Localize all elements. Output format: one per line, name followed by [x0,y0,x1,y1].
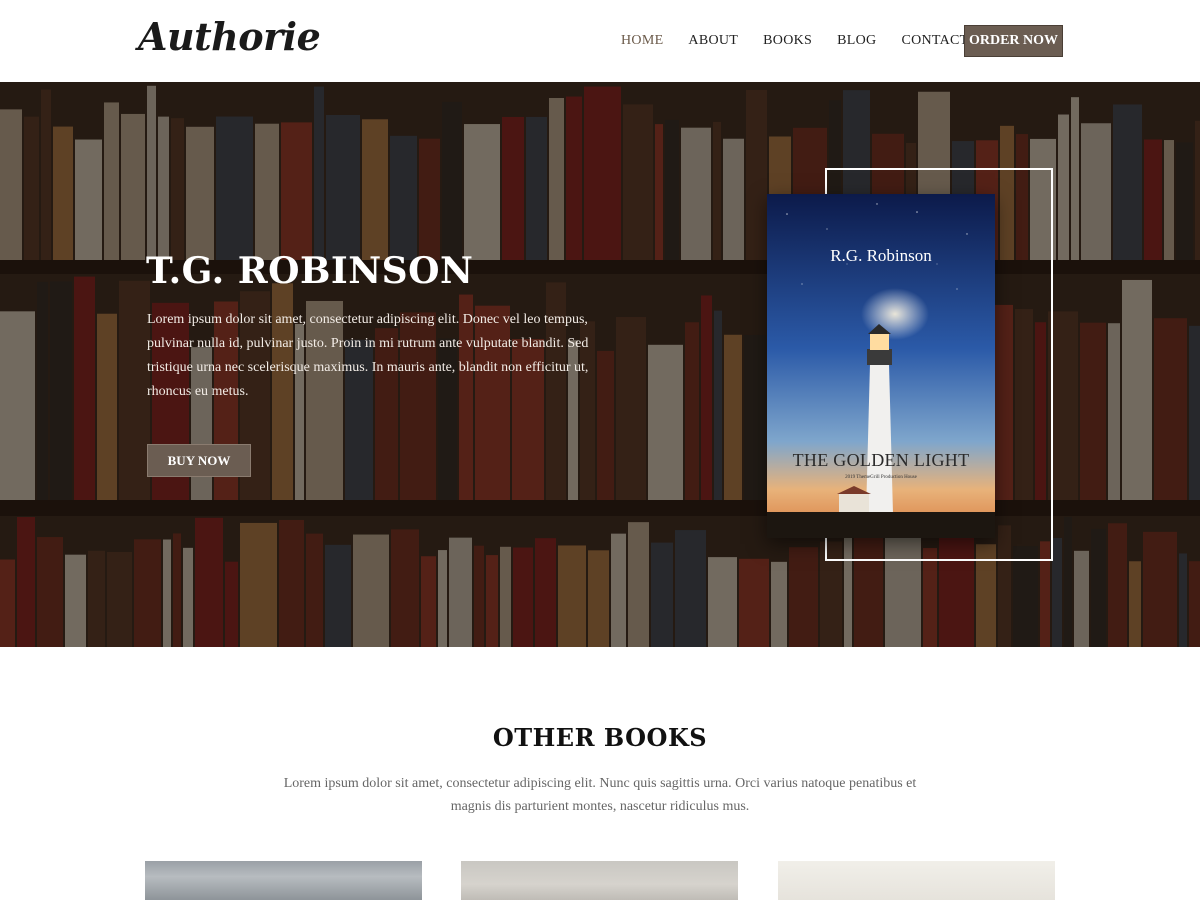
book-thumbnail[interactable] [778,861,1055,900]
main-nav: HOME ABOUT BOOKS BLOG CONTACT [621,0,994,82]
buy-now-button[interactable]: BUY NOW [147,444,251,477]
nav-item-contact[interactable]: CONTACT [901,33,968,49]
other-books-description: Lorem ipsum dolor sit amet, consectetur … [283,776,917,814]
hero-section: T.G. ROBINSON Lorem ipsum dolor sit amet… [0,82,1200,647]
book-cover[interactable]: R.G. Robinson THE GOLDEN LIGHT 2019 Them… [767,194,995,538]
hero-description: Lorem ipsum dolor sit amet, consectetur … [147,312,589,399]
order-now-button[interactable]: ORDER NOW [964,25,1063,57]
nav-item-about[interactable]: ABOUT [688,33,738,49]
site-logo[interactable]: Authorie [138,14,321,59]
book-thumbnail[interactable] [145,861,422,900]
cover-title: THE GOLDEN LIGHT [792,450,970,470]
nav-item-books[interactable]: BOOKS [763,33,812,49]
cover-author: R.G. Robinson [830,246,932,265]
site-header: Authorie HOME ABOUT BOOKS BLOG CONTACT O… [0,0,1200,82]
other-books-title: OTHER BOOKS [492,723,708,752]
nav-item-home[interactable]: HOME [621,33,663,49]
nav-item-blog[interactable]: BLOG [837,33,876,49]
cover-publisher: 2019 ThemeGrill Production House [845,475,917,480]
book-thumbnail[interactable] [461,861,738,900]
hero-title: T.G. ROBINSON [146,250,474,292]
